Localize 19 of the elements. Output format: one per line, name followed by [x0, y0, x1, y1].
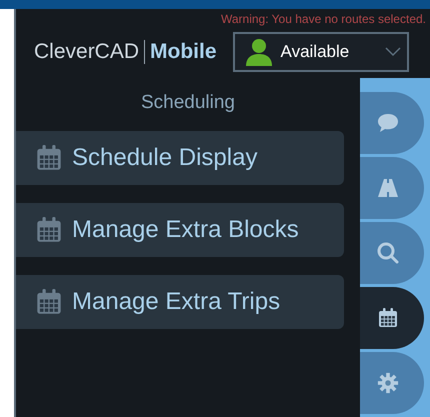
menu-item[interactable]: Schedule Display	[16, 131, 344, 185]
logo-name: CleverCAD	[34, 40, 140, 64]
road-icon	[376, 176, 400, 200]
settings-icon	[377, 372, 399, 394]
search-icon	[376, 241, 400, 265]
speech-bubble-icon	[376, 111, 400, 135]
menu-item[interactable]: Manage Extra Trips	[16, 275, 344, 329]
status-dropdown[interactable]: Available	[232, 32, 409, 72]
chevron-down-icon	[384, 47, 401, 57]
person-icon	[244, 38, 273, 66]
section-title: Scheduling	[140, 91, 236, 115]
warning-message: Warning: You have no routes selected.	[220, 11, 427, 26]
calendar-icon	[36, 289, 62, 315]
rail-button[interactable]	[360, 287, 424, 349]
calendar-icon	[36, 217, 62, 243]
calendar-icon	[378, 308, 398, 328]
calendar-icon	[36, 145, 62, 171]
logo-product: Mobile	[150, 40, 217, 64]
menu-item[interactable]: Manage Extra Blocks	[16, 203, 344, 257]
